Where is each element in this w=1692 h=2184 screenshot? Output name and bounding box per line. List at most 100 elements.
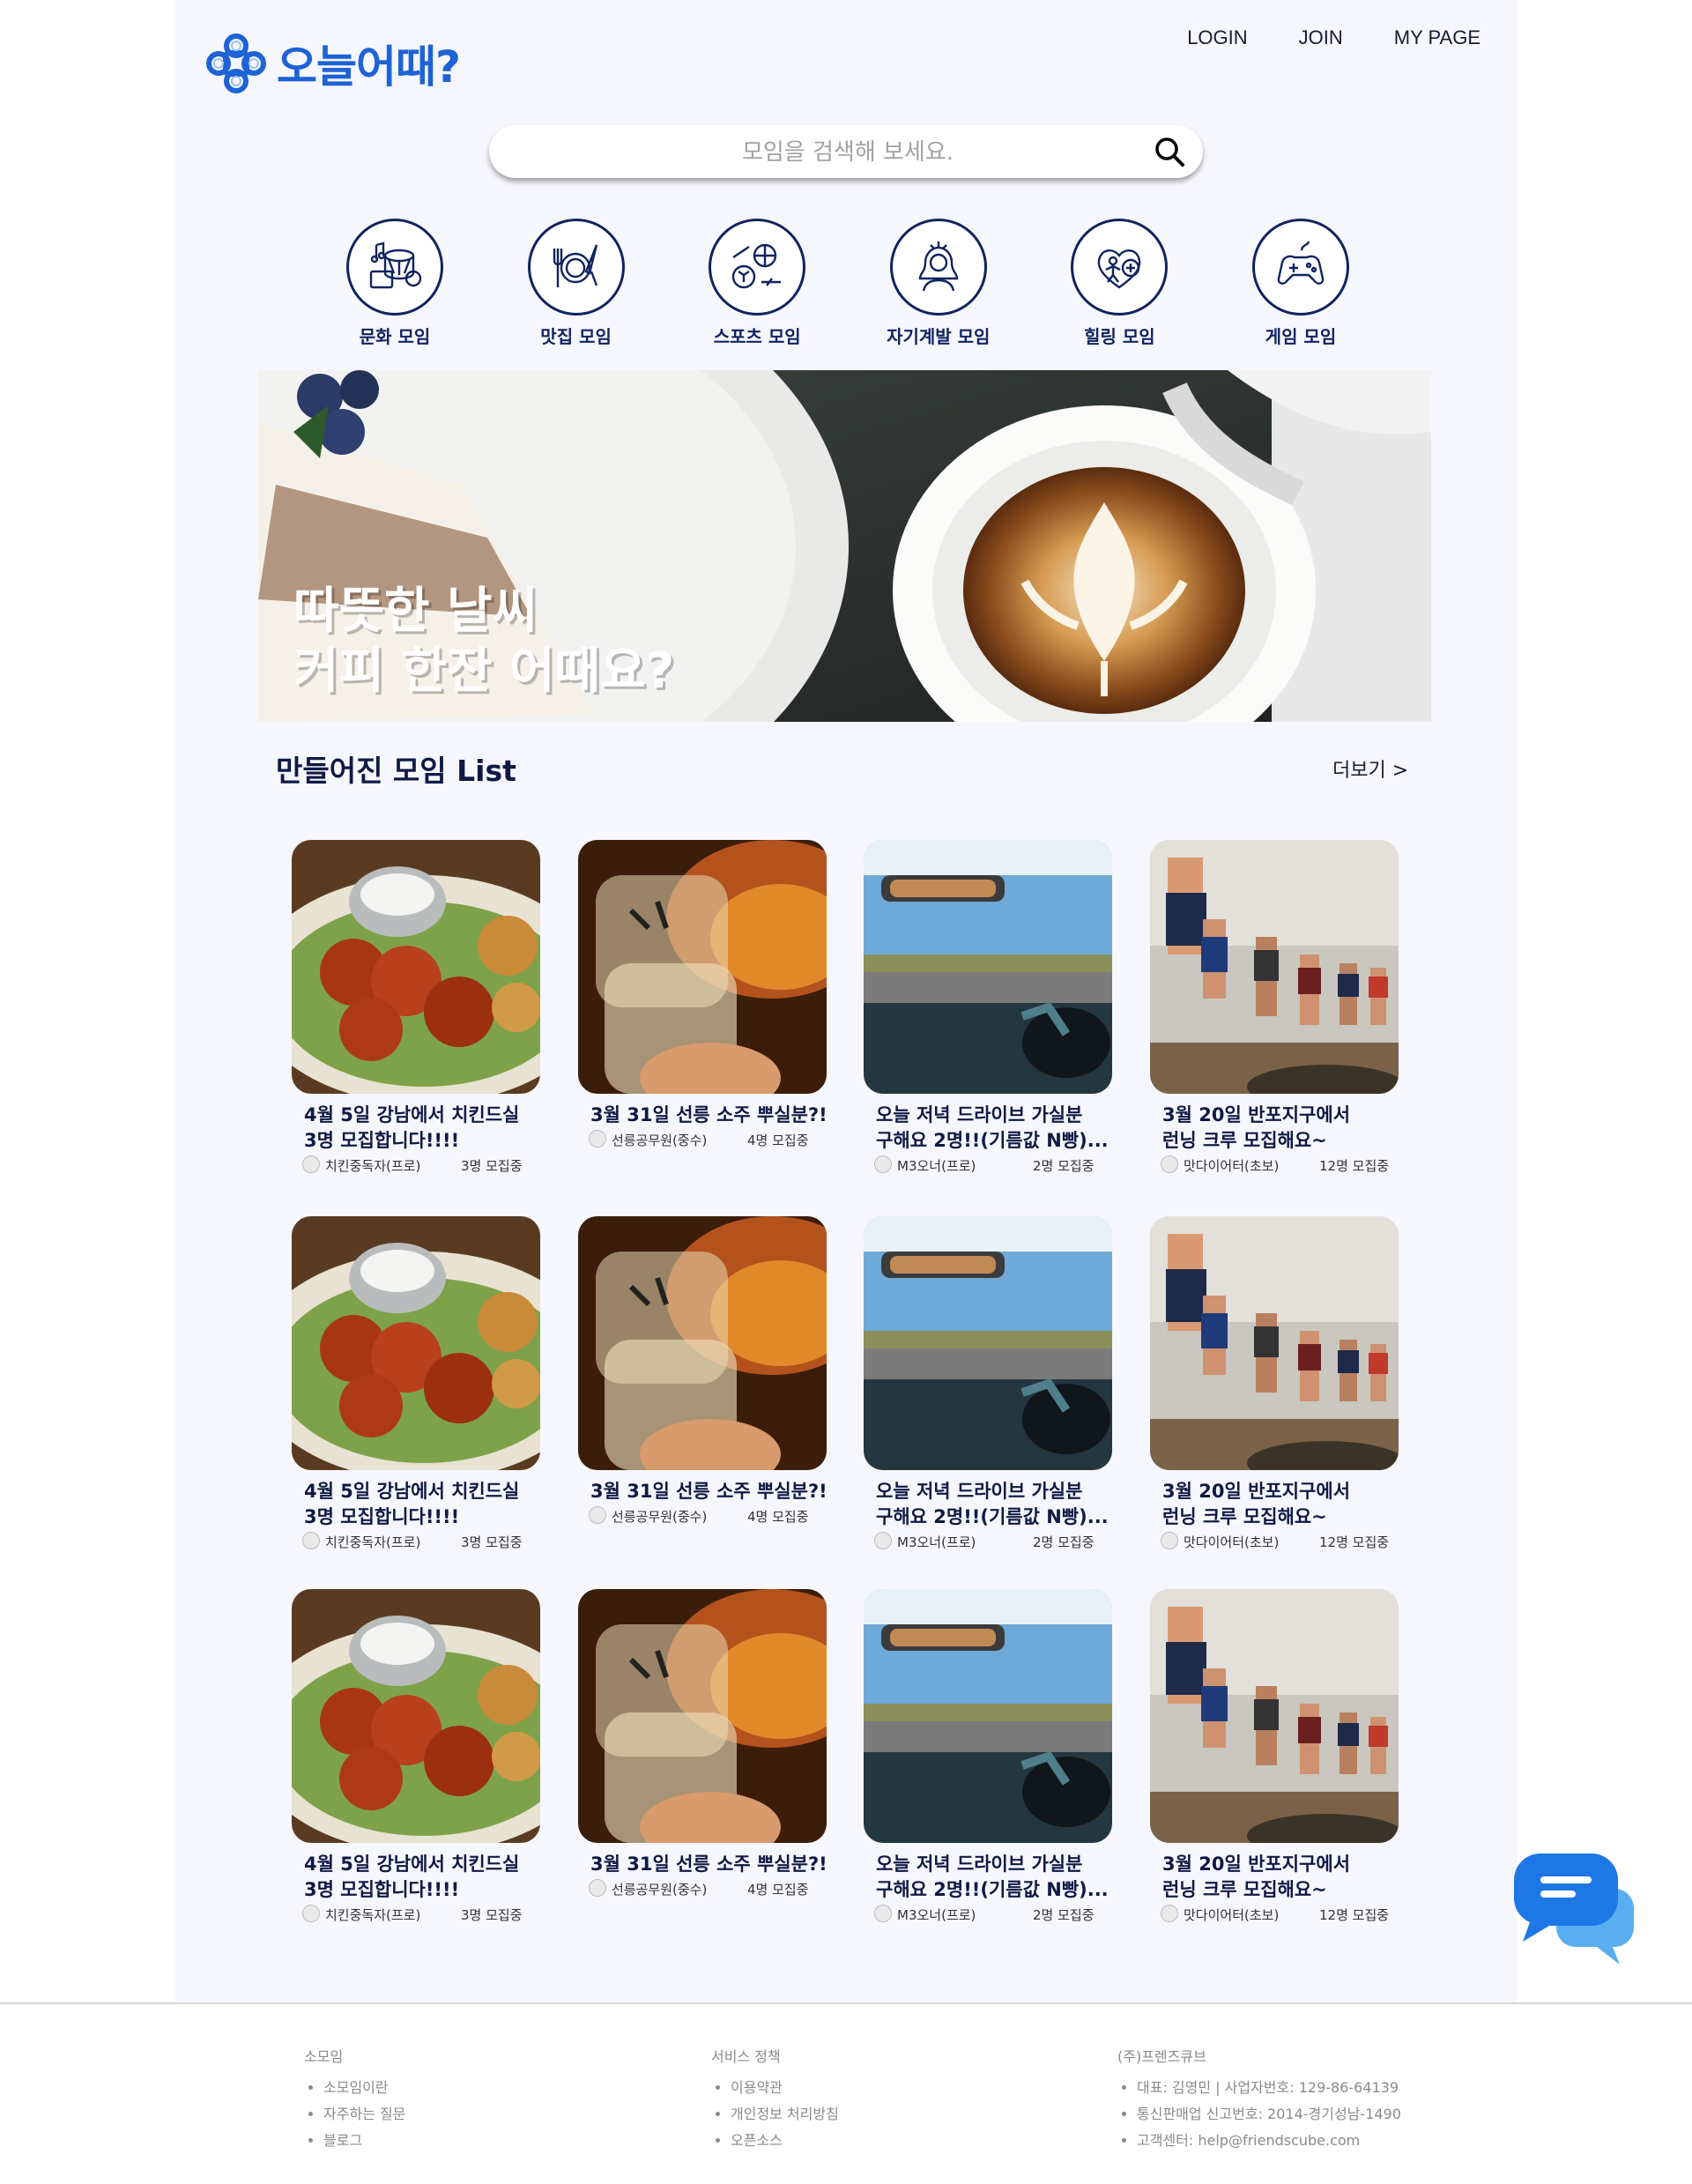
card-author: M3오너(프로) xyxy=(897,1907,976,1923)
footer-divider xyxy=(0,2002,1692,2004)
meetup-card[interactable]: 3월 31일 선릉 소주 뿌실분?! 선릉공무원(중수) 4명 모집중 xyxy=(578,840,834,1149)
avatar xyxy=(874,1155,892,1173)
avatar xyxy=(302,1155,320,1173)
meetup-card[interactable]: 오늘 저녁 드라이브 가실분 구해요 2명!!(기름값 N빵)... M3오너(프로… xyxy=(864,1589,1119,1924)
banner-headline: 따뜻한 날씨 커피 한잔 어때요? xyxy=(293,582,674,702)
card-title: 3월 31일 선릉 소주 뿌실분?! xyxy=(578,1852,837,1877)
footer-link[interactable]: 소모임이란 xyxy=(323,2075,405,2101)
avatar xyxy=(1161,1532,1178,1549)
card-meta: M3오너(프로) 2명 모집중 xyxy=(864,1905,1119,1924)
soju-glass-photo xyxy=(578,1589,827,1843)
card-author: 맛다이어터(초보) xyxy=(1184,1534,1280,1550)
mypage-link[interactable]: MY PAGE xyxy=(1394,26,1480,49)
meetup-card[interactable]: 4월 5일 강남에서 치킨드실 3명 모집합니다!!!! 치킨중독자(프로) 3명 모… xyxy=(292,840,547,1175)
footer-link[interactable]: 오픈소스 xyxy=(731,2128,839,2154)
avatar xyxy=(589,1879,606,1897)
section-title: 만들어진 모임 List xyxy=(276,754,516,788)
category-dining[interactable]: 맛집 모임 xyxy=(515,219,638,348)
category-sports[interactable]: 스포츠 모임 xyxy=(695,219,819,348)
card-title: 오늘 저녁 드라이브 가실분 구해요 2명!!(기름값 N빵)... xyxy=(864,1852,1123,1903)
card-recruit-count: 12명 모집중 xyxy=(1319,1907,1390,1923)
footer-heading: (주)프렌즈큐브 xyxy=(1117,2048,1206,2065)
card-author: 맛다이어터(초보) xyxy=(1184,1158,1280,1174)
promo-banner[interactable]: 따뜻한 날씨 커피 한잔 어때요? xyxy=(258,370,1431,722)
dining-icon xyxy=(527,219,625,316)
category-culture[interactable]: 문화 모임 xyxy=(333,219,456,348)
banner-line1: 따뜻한 날씨 xyxy=(293,583,538,640)
card-author: 선릉공무원(중수) xyxy=(612,1882,708,1898)
meetup-card[interactable]: 오늘 저녁 드라이브 가실분 구해요 2명!!(기름값 N빵)... M3오너(프로… xyxy=(864,840,1119,1175)
category-self-development[interactable]: 자기계발 모임 xyxy=(877,219,1000,348)
avatar xyxy=(874,1532,892,1549)
meetup-card[interactable]: 4월 5일 강남에서 치킨드실 3명 모집합니다!!!! 치킨중독자(프로) 3명 모… xyxy=(292,1589,547,1924)
meetup-card[interactable]: 3월 20일 반포지구에서 런닝 크루 모집해요~ 맛다이어터(초보) 12명 모집중 xyxy=(1150,840,1406,1175)
category-nav: 문화 모임 맛집 모임 스포츠 모임 자기계발 모임 힐링 모임 게임 모임 xyxy=(333,219,1362,348)
card-meta: 선릉공무원(중수) 4명 모집중 xyxy=(578,1130,834,1149)
category-healing[interactable]: 힐링 모임 xyxy=(1058,219,1181,348)
join-link[interactable]: JOIN xyxy=(1299,26,1343,49)
footer-col-policy: 서비스 정책 이용약관 개인정보 처리방침 오픈소스 xyxy=(711,2045,839,2154)
footer-info: 고객센터: help@friendscube.com xyxy=(1137,2128,1401,2154)
card-author: 맛다이어터(초보) xyxy=(1184,1907,1280,1923)
card-author: M3오너(프로) xyxy=(897,1158,976,1174)
game-icon xyxy=(1251,219,1349,316)
login-link[interactable]: LOGIN xyxy=(1187,26,1247,49)
avatar xyxy=(874,1905,892,1922)
card-title: 3월 20일 반포지구에서 런닝 크루 모집해요~ xyxy=(1150,1103,1409,1154)
card-recruit-count: 4명 모집중 xyxy=(747,1509,809,1525)
card-meta: M3오너(프로) 2명 모집중 xyxy=(864,1155,1119,1175)
meetup-card[interactable]: 3월 31일 선릉 소주 뿌실분?! 선릉공무원(중수) 4명 모집중 xyxy=(578,1589,834,1898)
card-meta: 선릉공무원(중수) 4명 모집중 xyxy=(578,1506,834,1526)
card-title-line1: 3월 31일 선릉 소주 뿌실분?! xyxy=(590,1481,827,1502)
category-game[interactable]: 게임 모임 xyxy=(1239,219,1362,348)
footer-link[interactable]: 자주하는 질문 xyxy=(323,2101,405,2128)
card-recruit-count: 3명 모집중 xyxy=(461,1534,523,1550)
search-icon[interactable] xyxy=(1154,136,1185,167)
avatar xyxy=(1161,1905,1178,1922)
card-meta: 치킨중독자(프로) 3명 모집중 xyxy=(292,1905,547,1924)
card-meta: M3오너(프로) 2명 모집중 xyxy=(864,1532,1119,1551)
card-title-line1: 4월 5일 강남에서 치킨드실 xyxy=(304,1481,520,1502)
runners-photo xyxy=(1150,1216,1399,1470)
more-link[interactable]: 더보기 > xyxy=(1332,754,1408,783)
card-title-line1: 3월 20일 반포지구에서 xyxy=(1162,1481,1351,1502)
category-label: 게임 모임 xyxy=(1265,326,1337,347)
card-author: 치킨중독자(프로) xyxy=(325,1158,421,1174)
card-meta: 치킨중독자(프로) 3명 모집중 xyxy=(292,1532,547,1551)
card-title: 오늘 저녁 드라이브 가실분 구해요 2명!!(기름값 N빵)... xyxy=(864,1479,1123,1530)
card-recruit-count: 4명 모집중 xyxy=(747,1133,809,1148)
footer-link[interactable]: 이용약관 xyxy=(731,2075,839,2101)
fried-chicken-photo xyxy=(292,1589,540,1843)
top-nav: LOGIN JOIN MY PAGE xyxy=(1187,26,1480,49)
card-title: 3월 31일 선릉 소주 뿌실분?! xyxy=(578,1103,837,1128)
card-author: 선릉공무원(중수) xyxy=(612,1133,708,1148)
meetup-card[interactable]: 오늘 저녁 드라이브 가실분 구해요 2명!!(기름값 N빵)... M3오너(프로… xyxy=(864,1216,1119,1551)
chat-icon[interactable] xyxy=(1514,1853,1634,1965)
logo[interactable]: 오늘어때? xyxy=(204,32,461,95)
search-input[interactable] xyxy=(489,125,1206,180)
footer-info: 통신판매업 신고번호: 2014-경기성남-1490 xyxy=(1137,2101,1401,2128)
meetup-card[interactable]: 3월 20일 반포지구에서 런닝 크루 모집해요~ 맛다이어터(초보) 12명 모집중 xyxy=(1150,1589,1406,1924)
car-drive-photo xyxy=(864,840,1112,1094)
footer-link[interactable]: 블로그 xyxy=(323,2128,405,2154)
card-title-line2: 구해요 2명!!(기름값 N빵)... xyxy=(876,1506,1109,1527)
card-meta: 맛다이어터(초보) 12명 모집중 xyxy=(1150,1155,1406,1175)
search-bar xyxy=(489,125,1206,180)
footer-link[interactable]: 개인정보 처리방침 xyxy=(731,2101,839,2128)
card-recruit-count: 2명 모집중 xyxy=(1033,1534,1095,1550)
avatar xyxy=(302,1532,320,1549)
card-title-line1: 3월 31일 선릉 소주 뿌실분?! xyxy=(590,1104,827,1125)
meetup-card[interactable]: 3월 20일 반포지구에서 런닝 크루 모집해요~ 맛다이어터(초보) 12명 모집중 xyxy=(1150,1216,1406,1551)
knot-logo-icon xyxy=(206,33,266,93)
meetup-card[interactable]: 3월 31일 선릉 소주 뿌실분?! 선릉공무원(중수) 4명 모집중 xyxy=(578,1216,834,1526)
footer-heading: 소모임 xyxy=(304,2048,344,2065)
card-title-line2: 런닝 크루 모집해요~ xyxy=(1162,1130,1327,1151)
avatar xyxy=(589,1130,606,1148)
card-title-line1: 4월 5일 강남에서 치킨드실 xyxy=(304,1853,520,1875)
meetup-card[interactable]: 4월 5일 강남에서 치킨드실 3명 모집합니다!!!! 치킨중독자(프로) 3명 모… xyxy=(292,1216,547,1551)
category-label: 스포츠 모임 xyxy=(713,326,801,347)
card-title: 4월 5일 강남에서 치킨드실 3명 모집합니다!!!! xyxy=(292,1103,551,1154)
card-recruit-count: 3명 모집중 xyxy=(461,1907,523,1923)
footer-heading: 서비스 정책 xyxy=(711,2048,781,2065)
car-drive-photo xyxy=(864,1589,1112,1843)
